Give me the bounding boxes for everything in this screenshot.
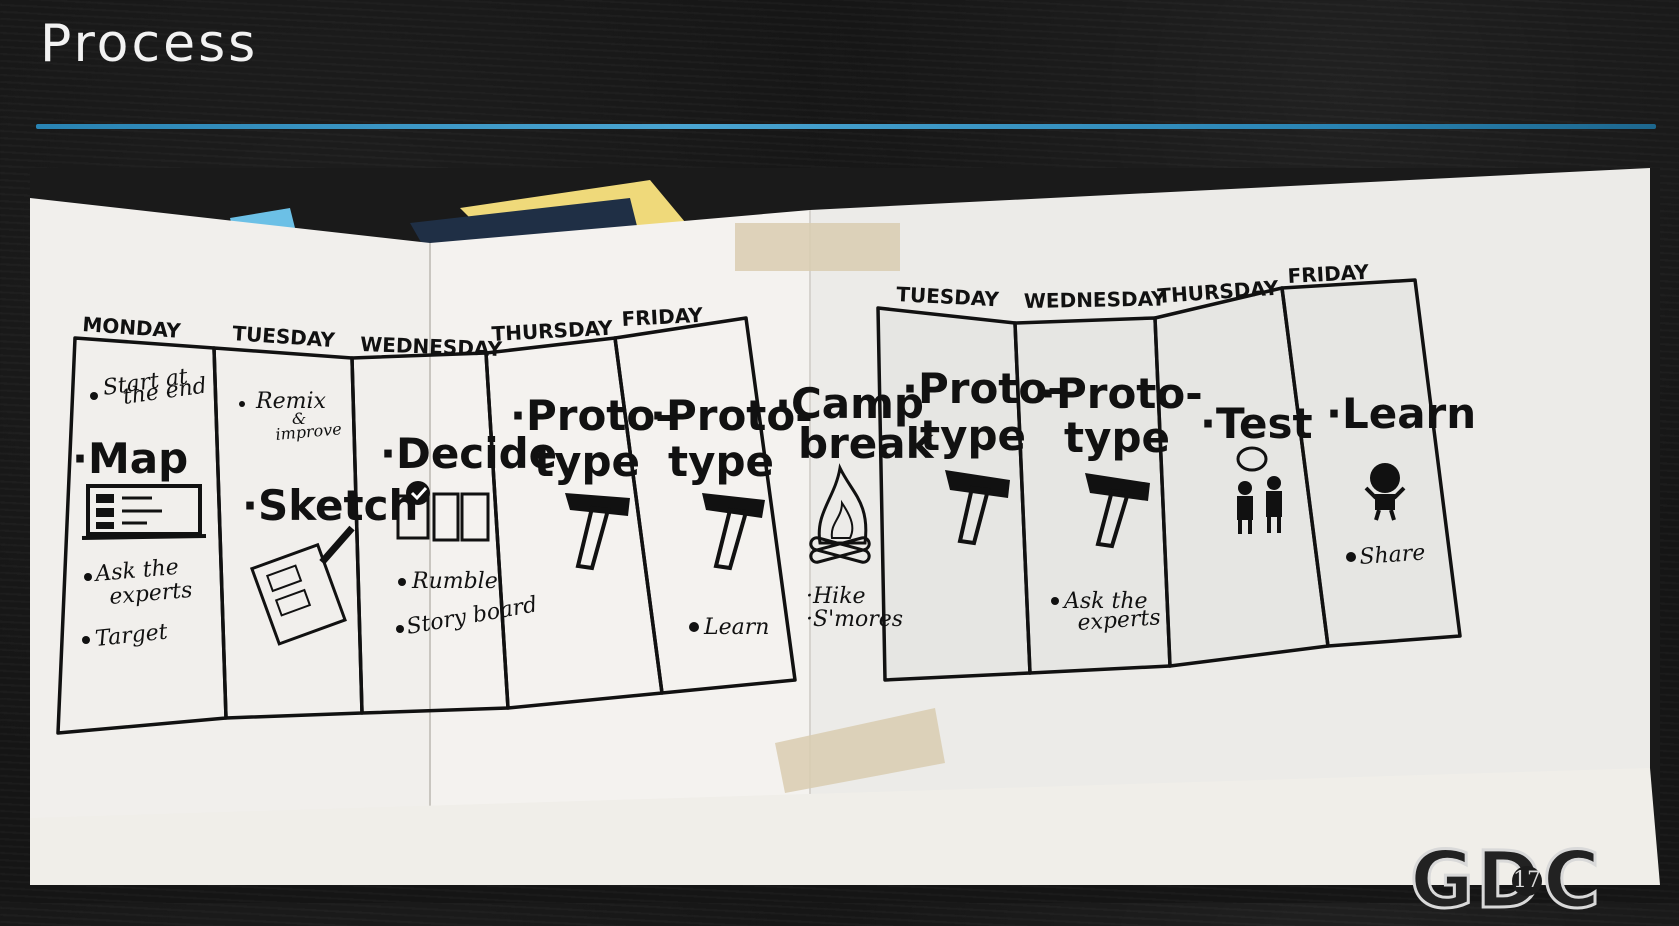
process-photo: MONDAY TUESDAY WEDNESDAY THURSDAY FRIDAY… (30, 168, 1660, 885)
note-learn: Learn (703, 615, 769, 640)
note-remix: Remix (255, 389, 326, 414)
title-underline (36, 124, 1656, 129)
day-label-friday: FRIDAY (621, 303, 704, 331)
title-learn: ·Learn (1326, 389, 1476, 438)
slide-title: Process (40, 14, 259, 74)
gdc-logo: GDC (1408, 836, 1603, 926)
title-prototype-tue2-2: type (920, 411, 1026, 460)
title-prototype-wed2-2: type (1064, 413, 1170, 462)
title-sketch: ·Sketch (242, 481, 418, 530)
title-test: ·Test (1200, 399, 1313, 448)
day-label-wednesday-2: WEDNESDAY (1024, 287, 1167, 313)
paper-middle-page (430, 210, 810, 885)
note-smores: ·S'mores (806, 607, 903, 632)
day-label-wednesday: WEDNESDAY (360, 332, 503, 361)
title-map: ·Map (72, 434, 188, 483)
note-rumble: Rumble (411, 569, 498, 594)
paper-left-page (30, 198, 430, 885)
slide-number: 17 (1512, 866, 1542, 896)
day-label-friday-2: FRIDAY (1287, 260, 1370, 288)
title-prototype-thu-1: ·Proto- (510, 391, 673, 440)
note-share: Share (1359, 540, 1426, 570)
title-break: break (798, 419, 935, 468)
note-hike: ·Hike (806, 584, 866, 609)
tape-top (735, 223, 900, 271)
title-prototype-fri-2: type (668, 437, 774, 486)
title-prototype-thu-2: type (534, 437, 640, 486)
title-prototype-wed2-1: ·Proto- (1040, 369, 1203, 418)
